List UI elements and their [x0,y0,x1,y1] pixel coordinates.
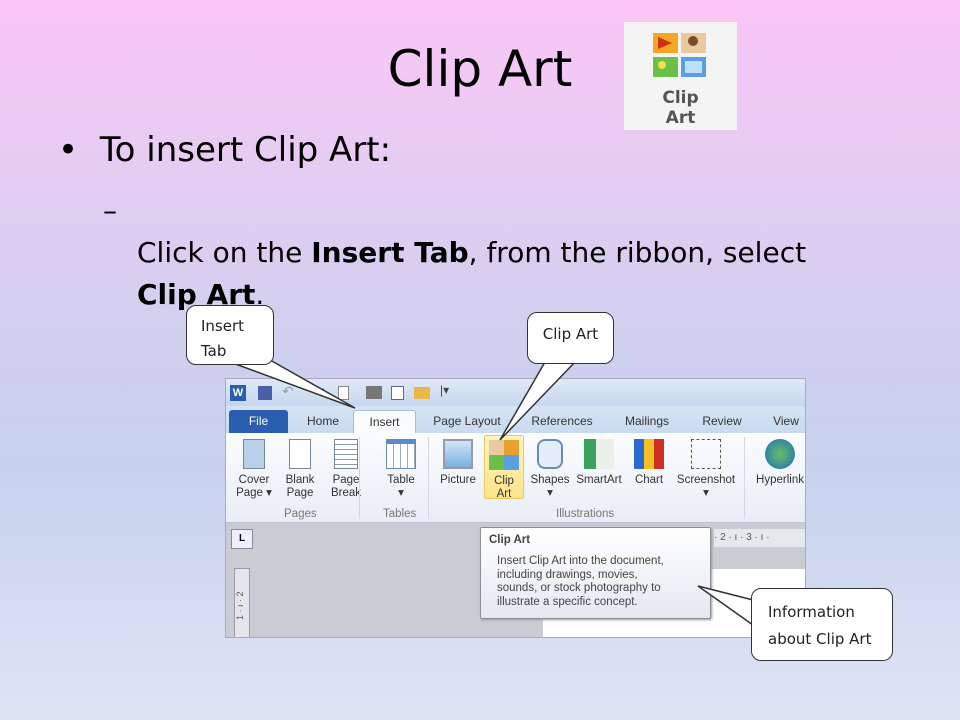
info-callout-tail [697,585,754,627]
callout-information: Information about Clip Art [751,588,893,661]
clipart-callout-tail [499,361,577,441]
callout-insert-tab: Insert Tab [186,305,274,365]
insert-callout-tail [229,359,356,409]
callout-clip-art: Clip Art [527,312,614,364]
